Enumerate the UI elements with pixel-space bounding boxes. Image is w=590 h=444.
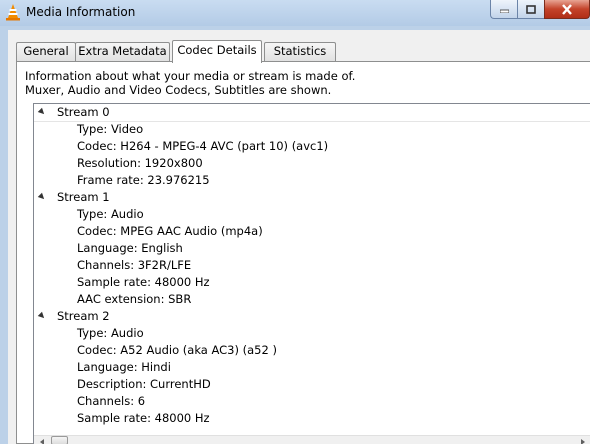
maximize-button[interactable] bbox=[517, 0, 544, 19]
tab-statistics[interactable]: Statistics bbox=[264, 42, 336, 61]
stream-label: Stream 0 bbox=[57, 105, 110, 119]
stream-detail[interactable]: Type: Video bbox=[34, 121, 590, 138]
tab-codec-details[interactable]: Codec Details bbox=[172, 40, 262, 63]
codec-details-panel: Information about what your media or str… bbox=[16, 61, 590, 444]
minimize-icon bbox=[499, 9, 509, 13]
close-icon bbox=[562, 3, 572, 15]
maximize-icon bbox=[526, 4, 536, 14]
detail-label: Frame rate: 23.976215 bbox=[77, 173, 210, 187]
stream-detail[interactable]: Codec: H264 - MPEG-4 AVC (part 10) (avc1… bbox=[34, 138, 590, 155]
info-line-1: Information about what your media or str… bbox=[25, 69, 356, 83]
scroll-thumb[interactable] bbox=[51, 436, 68, 444]
detail-label: Codec: MPEG AAC Audio (mp4a) bbox=[77, 224, 263, 238]
stream-1-item[interactable]: Stream 1 bbox=[34, 189, 590, 206]
detail-label: Codec: H264 - MPEG-4 AVC (part 10) (avc1… bbox=[77, 139, 329, 153]
detail-label: AAC extension: SBR bbox=[77, 292, 192, 306]
stream-detail[interactable]: Frame rate: 23.976215 bbox=[34, 172, 590, 189]
stream-detail[interactable]: Codec: A52 Audio (aka AC3) (a52 ) bbox=[34, 342, 590, 359]
detail-label: Channels: 3F2R/LFE bbox=[77, 258, 192, 272]
stream-detail[interactable]: Language: English bbox=[34, 240, 590, 257]
stream-detail[interactable]: AAC extension: SBR bbox=[34, 291, 590, 308]
stream-detail[interactable]: Channels: 6 bbox=[34, 393, 590, 410]
expand-arrow-icon[interactable] bbox=[37, 107, 47, 117]
window-controls bbox=[490, 0, 590, 20]
tab-general[interactable]: General bbox=[16, 42, 76, 61]
stream-detail[interactable]: Sample rate: 48000 Hz bbox=[34, 274, 590, 291]
detail-label: Codec: A52 Audio (aka AC3) (a52 ) bbox=[77, 343, 277, 357]
scroll-left-arrow-icon[interactable] bbox=[34, 436, 51, 444]
info-line-2: Muxer, Audio and Video Codecs, Subtitles… bbox=[25, 83, 332, 97]
detail-label: Sample rate: 48000 Hz bbox=[77, 275, 210, 289]
media-information-window: Media Information General Extra Metadata… bbox=[0, 0, 590, 444]
stream-detail[interactable]: Resolution: 1920x800 bbox=[34, 155, 590, 172]
stream-detail[interactable]: Type: Audio bbox=[34, 206, 590, 223]
close-button[interactable] bbox=[544, 0, 590, 19]
stream-label: Stream 1 bbox=[57, 190, 110, 204]
stream-detail[interactable]: Language: Hindi bbox=[34, 359, 590, 376]
detail-label: Type: Audio bbox=[77, 207, 144, 221]
tab-extra-metadata[interactable]: Extra Metadata bbox=[75, 42, 170, 61]
detail-label: Language: English bbox=[77, 241, 183, 255]
title-bar[interactable]: Media Information bbox=[0, 0, 590, 26]
expand-arrow-icon[interactable] bbox=[37, 192, 47, 202]
stream-detail[interactable]: Type: Audio bbox=[34, 325, 590, 342]
detail-label: Type: Audio bbox=[77, 326, 144, 340]
dialog-client-area: General Extra Metadata Codec Details Sta… bbox=[8, 30, 590, 444]
stream-2-item[interactable]: Stream 2 bbox=[34, 308, 590, 325]
stream-detail[interactable]: Channels: 3F2R/LFE bbox=[34, 257, 590, 274]
detail-label: Channels: 6 bbox=[77, 394, 146, 408]
detail-label: Description: CurrentHD bbox=[77, 377, 211, 391]
minimize-button[interactable] bbox=[490, 0, 517, 19]
detail-label: Type: Video bbox=[77, 122, 144, 136]
horizontal-scrollbar[interactable] bbox=[34, 435, 590, 444]
detail-label: Sample rate: 48000 Hz bbox=[77, 411, 210, 425]
stream-detail[interactable]: Codec: MPEG AAC Audio (mp4a) bbox=[34, 223, 590, 240]
info-text: Information about what your media or str… bbox=[25, 69, 355, 97]
stream-0-item[interactable]: Stream 0 bbox=[34, 104, 590, 122]
expand-arrow-icon[interactable] bbox=[37, 311, 47, 321]
stream-detail[interactable]: Description: CurrentHD bbox=[34, 376, 590, 393]
codec-tree[interactable]: Stream 0 Type: Video Codec: H264 - MPEG-… bbox=[33, 103, 590, 444]
detail-label: Resolution: 1920x800 bbox=[77, 156, 203, 170]
vlc-cone-icon bbox=[6, 4, 20, 21]
window-title: Media Information bbox=[26, 5, 136, 19]
scroll-right-arrow-icon[interactable] bbox=[574, 436, 590, 444]
stream-label: Stream 2 bbox=[57, 309, 110, 323]
detail-label: Language: Hindi bbox=[77, 360, 171, 374]
stream-detail[interactable]: Sample rate: 48000 Hz bbox=[34, 410, 590, 427]
